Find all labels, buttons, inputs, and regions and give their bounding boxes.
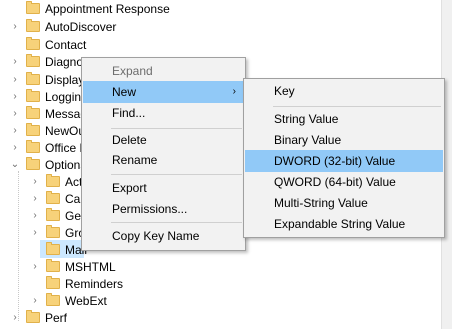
folder-icon (26, 89, 40, 102)
folder-icon (46, 174, 60, 187)
submenu-item-key[interactable]: Key (245, 80, 443, 102)
menu-separator (273, 106, 441, 107)
folder-icon (26, 19, 40, 32)
tree-item-label: MSHTML (65, 259, 116, 274)
menu-item-rename[interactable]: Rename (83, 149, 244, 171)
folder-icon (26, 123, 40, 136)
menu-item-delete[interactable]: Delete (83, 129, 244, 151)
menu-separator (111, 174, 242, 175)
submenu-item-qword-value[interactable]: QWORD (64-bit) Value (245, 171, 443, 193)
submenu-item-multi-string-value[interactable]: Multi-String Value (245, 192, 443, 214)
chevron-right-icon[interactable]: › (10, 52, 20, 71)
context-menu: Expand New › Find... Delete Rename Expor… (81, 57, 246, 251)
folder-icon (26, 37, 40, 50)
folder-icon (26, 54, 40, 67)
new-submenu: Key String Value Binary Value DWORD (32-… (243, 78, 445, 238)
folder-icon (46, 276, 60, 289)
submenu-arrow-icon: › (232, 86, 236, 97)
menu-item-find[interactable]: Find... (83, 102, 244, 124)
tree-item-label: Reminders (65, 276, 124, 291)
submenu-item-expandable-string-value[interactable]: Expandable String Value (245, 213, 443, 235)
folder-icon (46, 259, 60, 272)
tree-item-label: Display (45, 72, 85, 87)
submenu-item-string-value[interactable]: String Value (245, 108, 443, 130)
tree-guide-line (18, 171, 19, 321)
folder-icon (46, 208, 60, 221)
submenu-item-dword-value[interactable]: DWORD (32-bit) Value (245, 150, 443, 172)
menu-item-permissions[interactable]: Permissions... (83, 198, 244, 220)
submenu-item-binary-value[interactable]: Binary Value (245, 129, 443, 151)
folder-icon (46, 293, 60, 306)
folder-icon (26, 140, 40, 153)
chevron-right-icon[interactable]: › (10, 17, 20, 36)
menu-item-export[interactable]: Export (83, 177, 244, 199)
tree-item-label: Appointment Response (45, 1, 170, 16)
menu-item-new[interactable]: New › (83, 81, 244, 103)
folder-icon (26, 1, 40, 14)
chevron-right-icon[interactable] (10, 0, 20, 18)
chevron-down-icon[interactable]: ⌄ (10, 155, 20, 174)
tree-item[interactable]: Appointment Response (10, 0, 170, 18)
folder-icon (26, 310, 40, 323)
folder-icon (26, 106, 40, 119)
tree-item[interactable]: › AutoDiscover (10, 17, 116, 36)
folder-icon (46, 191, 60, 204)
tree-item-label: WebExt (65, 293, 107, 308)
tree-item-label: Perf (45, 310, 68, 325)
tree-item-label: AutoDiscover (45, 19, 117, 34)
tree-item[interactable]: › Perf (10, 308, 67, 327)
menu-item-expand[interactable]: Expand (83, 60, 244, 82)
menu-separator (111, 222, 242, 223)
chevron-right-icon[interactable]: › (10, 308, 20, 327)
folder-icon (26, 72, 40, 85)
menu-item-copy-key-name[interactable]: Copy Key Name (83, 225, 244, 247)
tree-item-label: Contact (45, 37, 87, 52)
folder-icon (46, 242, 60, 255)
folder-icon (46, 225, 60, 238)
folder-icon (26, 157, 40, 170)
